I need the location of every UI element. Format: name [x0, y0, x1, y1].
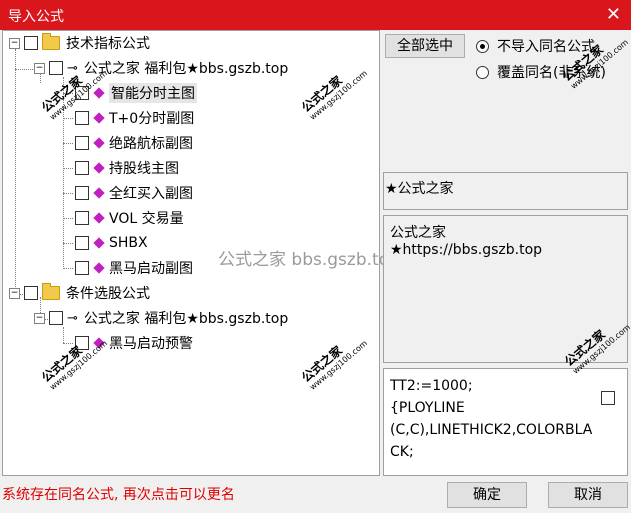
- code-line: CK;: [390, 444, 414, 460]
- checkbox[interactable]: [75, 211, 89, 225]
- tree-line: [63, 342, 73, 344]
- close-icon[interactable]: ✕: [606, 4, 621, 25]
- tree-item[interactable]: 绝路航标副图: [63, 133, 193, 153]
- key-icon: ⊸: [67, 310, 78, 326]
- checkbox[interactable]: [75, 236, 89, 250]
- formula-description-box: 公式之家 ★https://bbs.gszb.top: [383, 215, 628, 363]
- formula-icon: [93, 137, 105, 149]
- collapse-icon[interactable]: −: [9, 37, 20, 49]
- checkbox[interactable]: [75, 336, 89, 350]
- checkbox[interactable]: [75, 86, 89, 100]
- tree-line: [63, 92, 73, 94]
- formula-icon: [93, 112, 105, 124]
- tree-subgroup[interactable]: − ⊸ 公式之家 福利包★bbs.gszb.top: [34, 308, 288, 328]
- checkbox[interactable]: [75, 161, 89, 175]
- folder-icon: [42, 33, 60, 50]
- watermark: 公式之家 www.gszj100.com: [299, 68, 370, 122]
- tree-item[interactable]: 黑马启动副图: [63, 258, 193, 278]
- tree-item-label: 绝路航标副图: [109, 136, 193, 152]
- formula-code-box[interactable]: TT2:=1000; {PLOYLINE (C,C),LINETHICK2,CO…: [383, 323, 631, 476]
- checkbox[interactable]: [24, 36, 38, 50]
- tree-item[interactable]: VOL 交易量: [63, 208, 184, 228]
- tree-line: [63, 192, 73, 194]
- code-text[interactable]: TT2:=1000; {PLOYLINE (C,C),LINETHICK2,CO…: [390, 375, 592, 463]
- formula-name-box: ★公式之家: [383, 172, 628, 210]
- tree-group-tech[interactable]: − 技术指标公式: [9, 33, 150, 53]
- tree-item[interactable]: 持股线主图: [63, 158, 179, 178]
- collapse-icon[interactable]: −: [9, 287, 20, 299]
- formula-tree[interactable]: − 技术指标公式 − ⊸ 公式之家 福利包★bbs.gszb.top 智能分时主…: [2, 30, 380, 476]
- radio-skip-duplicates[interactable]: 不导入同名公式: [476, 36, 595, 56]
- tree-item-label: 黑马启动副图: [109, 261, 193, 277]
- code-line: TT2:=1000;: [390, 378, 473, 394]
- checkbox[interactable]: [49, 311, 63, 325]
- formula-icon: [93, 87, 105, 99]
- collapse-icon[interactable]: −: [34, 312, 45, 324]
- tree-subgroup-label: 公式之家 福利包★bbs.gszb.top: [83, 311, 289, 327]
- tree-line: [63, 217, 73, 219]
- formula-icon: [93, 162, 105, 174]
- tree-item-label: VOL 交易量: [109, 211, 184, 227]
- key-icon: ⊸: [67, 60, 78, 76]
- select-all-button[interactable]: 全部选中: [385, 34, 465, 58]
- formula-icon: [93, 187, 105, 199]
- folder-icon: [42, 283, 60, 300]
- radio-overwrite-duplicates[interactable]: 覆盖同名(非系统): [476, 62, 606, 82]
- window-title: 导入公式: [8, 9, 64, 25]
- tree-subgroup[interactable]: − ⊸ 公式之家 福利包★bbs.gszb.top: [34, 58, 288, 78]
- formula-icon: [93, 262, 105, 274]
- status-message: 系统存在同名公式, 再次点击可以更名: [2, 487, 235, 503]
- code-line: (C,C),LINETHICK2,COLORBLA: [390, 422, 593, 438]
- tree-line: [63, 167, 73, 169]
- description-line: 公式之家: [390, 225, 446, 241]
- tree-subgroup-label: 公式之家 福利包★bbs.gszb.top: [83, 61, 289, 77]
- formula-name: ★公式之家: [385, 181, 454, 197]
- radio-label: 覆盖同名(非系统): [497, 65, 606, 81]
- title-bar: 导入公式 ✕: [0, 0, 631, 30]
- formula-icon: [93, 212, 105, 224]
- tree-item[interactable]: 全红买入副图: [63, 183, 193, 203]
- checkbox[interactable]: [75, 136, 89, 150]
- tree-group-label: 技术指标公式: [66, 36, 150, 52]
- tree-line: [63, 267, 73, 269]
- tree-item-label: 智能分时主图: [109, 83, 197, 103]
- radio-label: 不导入同名公式: [497, 39, 595, 55]
- tree-line: [15, 69, 35, 70]
- collapse-icon[interactable]: −: [34, 62, 45, 74]
- tree-item-label: 黑马启动预警: [109, 336, 193, 352]
- checkbox[interactable]: [24, 286, 38, 300]
- tree-item-label: 持股线主图: [109, 161, 179, 177]
- cancel-button[interactable]: 取消: [548, 482, 628, 508]
- tree-line: [63, 242, 73, 244]
- description-line: ★https://bbs.gszb.top: [390, 242, 543, 258]
- checkbox[interactable]: [75, 186, 89, 200]
- watermark: 公式之家 www.gszj100.com: [299, 338, 370, 392]
- tree-item[interactable]: T+0分时副图: [63, 108, 194, 128]
- checkbox[interactable]: [49, 61, 63, 75]
- checkbox[interactable]: [75, 111, 89, 125]
- ok-button[interactable]: 确定: [447, 482, 527, 508]
- radio-selected-icon[interactable]: [476, 39, 489, 53]
- formula-icon: [93, 337, 105, 349]
- radio-icon[interactable]: [476, 65, 489, 79]
- checkbox[interactable]: [601, 391, 615, 405]
- code-line: {PLOYLINE: [390, 400, 465, 416]
- tree-line: [63, 142, 73, 144]
- tree-item-label: T+0分时副图: [109, 111, 195, 127]
- tree-line: [15, 49, 16, 299]
- tree-item[interactable]: 智能分时主图: [63, 83, 197, 103]
- tree-item-label: 全红买入副图: [109, 186, 193, 202]
- formula-icon: [93, 237, 105, 249]
- checkbox[interactable]: [75, 261, 89, 275]
- tree-group-select[interactable]: − 条件选股公式: [9, 283, 150, 303]
- tree-line: [63, 117, 73, 119]
- tree-group-label: 条件选股公式: [66, 286, 150, 302]
- tree-item[interactable]: 黑马启动预警: [63, 333, 193, 353]
- tree-item-label: SHBX: [109, 235, 148, 251]
- tree-item[interactable]: SHBX: [63, 233, 148, 253]
